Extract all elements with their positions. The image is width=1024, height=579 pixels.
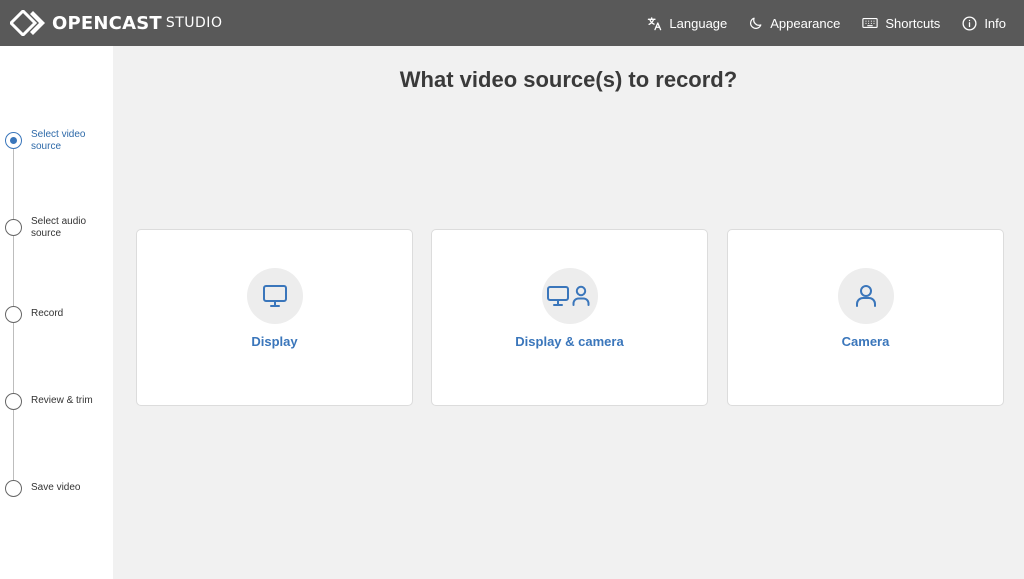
appearance-button[interactable]: Appearance — [749, 16, 840, 31]
info-icon — [962, 15, 977, 31]
info-label: Info — [984, 15, 1006, 31]
display-icon-circle — [246, 268, 303, 324]
info-button[interactable]: Info — [962, 16, 1006, 31]
step-active-indicator — [5, 132, 22, 149]
logo-text: OPENCAST — [52, 12, 162, 34]
monitor-user-icon — [546, 285, 589, 306]
appearance-label: Appearance — [770, 15, 841, 31]
display-option-label: Display — [251, 334, 298, 349]
monitor-icon — [262, 285, 287, 307]
step-select-video-source[interactable]: Select video source — [5, 129, 95, 153]
keyboard-icon — [862, 17, 879, 29]
step-review-trim[interactable]: Review & trim — [5, 393, 111, 410]
step-connector — [13, 236, 14, 308]
display-camera-option-label: Display & camera — [515, 334, 624, 349]
opencast-logo-icon — [10, 10, 45, 36]
step-connector — [13, 410, 14, 482]
display-option-card[interactable]: Display — [136, 229, 413, 406]
display-camera-icon-circle — [541, 268, 598, 324]
step-connector — [13, 323, 14, 395]
step-indicator — [5, 393, 22, 410]
step-label: Save video — [31, 482, 81, 493]
logo-subtext: STUDIO — [165, 15, 223, 31]
moon-icon — [750, 17, 762, 29]
step-connector — [13, 149, 14, 221]
step-record[interactable]: Record — [5, 306, 95, 323]
page-title: What video source(s) to record? — [399, 67, 738, 92]
user-icon — [855, 285, 876, 307]
camera-option-card[interactable]: Camera — [727, 229, 1004, 406]
step-save-video[interactable]: Save video — [5, 480, 95, 497]
step-indicator — [5, 480, 22, 497]
language-label: Language — [669, 15, 728, 31]
shortcuts-button[interactable]: Shortcuts — [862, 16, 940, 31]
shortcuts-label: Shortcuts — [885, 15, 941, 31]
display-camera-option-card[interactable]: Display & camera — [431, 229, 708, 406]
step-label: Record — [31, 308, 64, 319]
step-sidebar: Select video source Select audio source … — [0, 46, 113, 579]
opencast-logo[interactable]: OPENCAST STUDIO — [10, 10, 222, 36]
step-select-audio-source[interactable]: Select audio source — [5, 216, 95, 240]
step-indicator — [5, 219, 22, 236]
translate-icon — [648, 16, 662, 30]
step-label: Review & trim — [31, 395, 93, 406]
step-label: Select audio source — [31, 216, 87, 239]
camera-option-label: Camera — [841, 334, 890, 349]
step-label: Select video source — [31, 129, 86, 152]
language-button[interactable]: Language — [647, 16, 727, 31]
app-header: OPENCAST STUDIO Language Appearance Shor… — [0, 0, 1024, 46]
step-indicator — [5, 306, 22, 323]
header-nav: Language Appearance Shortcuts Info — [647, 0, 1024, 46]
camera-icon-circle — [837, 268, 894, 324]
